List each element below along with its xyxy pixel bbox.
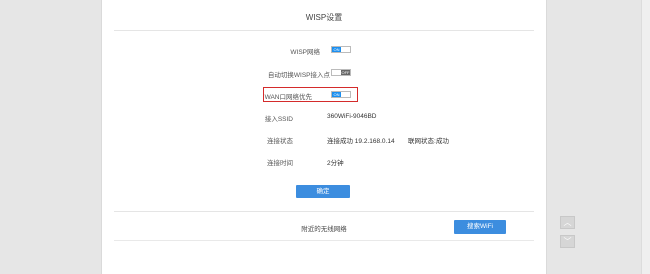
ssid-value: 360WiFi-9046BD (327, 113, 377, 120)
scroll-up-button[interactable]: ︿ (560, 216, 575, 229)
network-status-value: 成功 (436, 138, 449, 145)
ssid-label: 接入SSID (264, 116, 293, 123)
confirm-button[interactable]: 确定 (296, 185, 350, 198)
connection-status-label: 连接状态 (267, 138, 293, 145)
connection-status-value: 连接成功 19.2.168.0.14 (327, 138, 395, 145)
wisp-network-toggle[interactable]: ON (331, 46, 351, 53)
toggle-knob: ON (332, 47, 341, 52)
section-divider (114, 211, 534, 212)
wisp-network-label: WISP网络 (290, 49, 320, 56)
toggle-knob: OFF (341, 70, 350, 75)
title-divider (114, 30, 534, 31)
panel-title: WISP设置 (305, 13, 343, 22)
chevron-up-icon: ︿ (563, 218, 572, 227)
toggle-knob: ON (332, 92, 341, 97)
page-scrollbar[interactable] (641, 0, 650, 274)
wan-priority-toggle[interactable]: ON (331, 91, 351, 98)
auto-switch-label: 自动切换WISP接入点 (267, 72, 330, 79)
list-divider (114, 240, 534, 241)
chevron-down-icon: ﹀ (563, 237, 572, 246)
wisp-settings-panel: WISP设置 WISP网络 ON 自动切换WISP接入点 OFF WAN口网络优… (101, 0, 547, 274)
network-status-label: 联网状态: (408, 138, 436, 145)
wan-priority-label: WAN口网络优先 (264, 94, 312, 101)
search-wifi-button[interactable]: 搜索WiFi (454, 220, 506, 234)
auto-switch-toggle[interactable]: OFF (331, 69, 351, 76)
connection-time-label: 连接时间 (267, 160, 293, 167)
scroll-down-button[interactable]: ﹀ (560, 235, 575, 248)
connection-time-value: 2分钟 (327, 160, 344, 167)
